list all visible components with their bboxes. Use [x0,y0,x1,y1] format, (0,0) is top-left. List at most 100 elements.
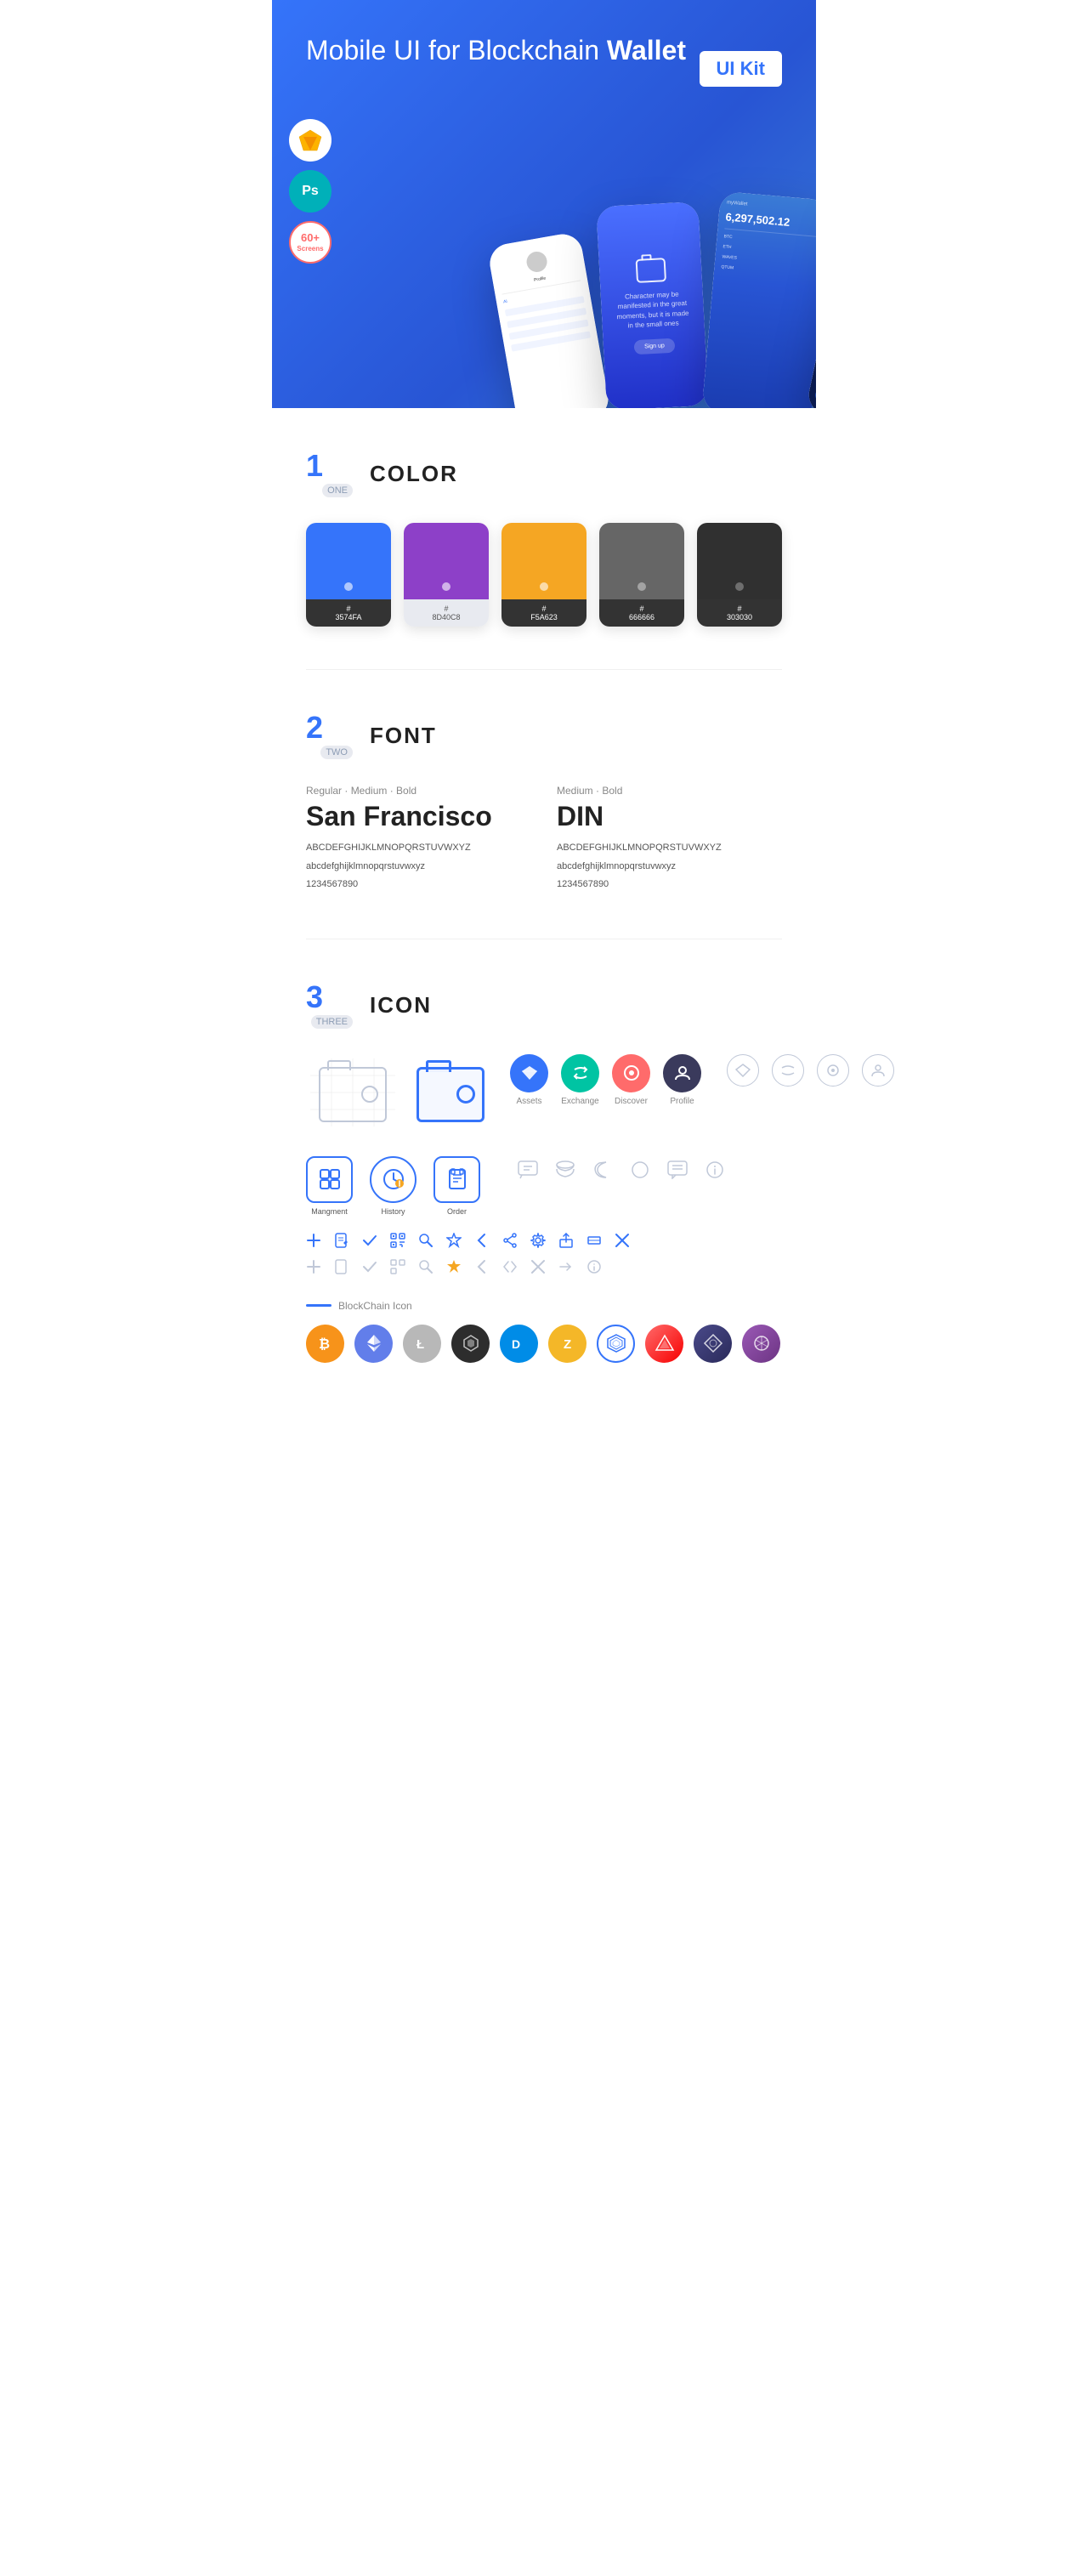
management-icon [306,1156,353,1203]
color-section: 1 ONE COLOR #3574FA #8D40C8 #F5A623 [272,408,816,669]
svg-text:D: D [512,1337,520,1351]
nav-icons-colored: Assets Exchange Discover Profile [510,1054,701,1106]
arrow-gray-icon [558,1259,574,1279]
photoshop-badge: Ps [289,170,332,213]
sketch-badge [289,119,332,162]
icon-history: History [370,1156,416,1216]
blockchain-label: BlockChain Icon [306,1300,782,1312]
misc-icons [514,1156,728,1183]
order-icon [434,1156,480,1203]
dash-icon: D [500,1325,538,1363]
color-swatch-gray: #8D40C8 [404,523,489,627]
info-gray-icon [586,1259,602,1279]
icon-profile: Profile [663,1054,701,1106]
qr-gray-icon [390,1259,405,1279]
plus-gray-icon [306,1259,321,1279]
assets-icon-outline [727,1054,759,1087]
hero-badges: Ps 60+ Screens [289,119,332,264]
star-outline-icon [446,1233,462,1252]
layers-icon [552,1156,579,1183]
x-gray-icon [530,1259,546,1279]
tool-icons-gray-row [306,1259,782,1279]
zec-icon: Z [548,1325,586,1363]
exchange-icon-outline [772,1054,804,1087]
discover-icon-outline [817,1054,849,1087]
section-2-number: 2 TWO [306,712,353,759]
share-icon [502,1233,518,1252]
plus-icon [306,1233,321,1252]
history-icon [370,1156,416,1203]
color-swatches: #3574FA #8D40C8 #F5A623 #666666 #303030 [306,523,782,627]
resize-icon [586,1233,602,1252]
export-icon [558,1233,574,1252]
color-swatch-dark: #303030 [697,523,782,627]
exchange-icon-filled [561,1054,599,1092]
hero-section: Mobile UI for Blockchain Wallet UI Kit P… [272,0,816,408]
ui-kit-badge: UI Kit [700,51,782,87]
icon-section: 3 THREE ICON [272,939,816,1405]
close-icon [615,1233,630,1252]
app-icons-row: Mangment History [306,1156,782,1216]
nav-icons-outline [727,1054,894,1087]
screens-badge: 60+ Screens [289,221,332,264]
star-filled-icon [446,1259,462,1279]
phone-center: Character may be manifested in the great… [596,201,708,408]
discover-icon-filled [612,1054,650,1092]
message-icon [664,1156,691,1183]
search-icon [418,1233,434,1252]
btc-icon: ₿ [306,1325,344,1363]
tool-icons-row [306,1233,782,1252]
color-section-header: 1 ONE COLOR [306,451,782,497]
eth-icon [354,1325,393,1363]
font-din: Medium · Bold DIN ABCDEFGHIJKLMNOPQRSTUV… [557,785,782,896]
double-arrow-gray-icon [502,1259,518,1279]
hero-phones: Profile AI Character may be manifested i… [500,183,817,408]
search-gray-icon [418,1259,434,1279]
chevron-left-gray-icon [474,1259,490,1279]
doc-gray-icon [334,1259,349,1279]
phone-left: Profile AI [487,231,612,408]
check-icon [362,1233,377,1252]
wallet-wireframe-wrap [306,1054,400,1135]
blk-icon [451,1325,490,1363]
poa-icon [742,1325,780,1363]
font-sf: Regular · Medium · Bold San Francisco AB… [306,785,531,896]
profile-icon-filled [663,1054,701,1092]
icon-assets: Assets [510,1054,548,1106]
wallet-icon-solid [416,1067,484,1122]
phone-right: myWallet 6,297,502.12 BTC ETH WAVES QTUM [702,191,816,408]
svg-text:Ł: Ł [416,1337,424,1352]
info-icon [701,1156,728,1183]
icon-section-header: 3 THREE ICON [306,982,782,1029]
icon-large-row: Assets Exchange Discover Profile [306,1054,782,1135]
moon-icon [589,1156,616,1183]
blockchain-line [306,1304,332,1307]
chevron-left-icon [474,1233,490,1252]
assets-icon-filled [510,1054,548,1092]
color-swatch-orange: #F5A623 [502,523,586,627]
circle-icon [626,1156,654,1183]
font-section-header: 2 TWO FONT [306,712,782,759]
geo-icon [597,1325,635,1363]
icon-exchange: Exchange [561,1054,599,1106]
section-1-number: 1 ONE [306,451,353,497]
settings-icon [530,1233,546,1252]
icon-management: Mangment [306,1156,353,1216]
doc-edit-icon [334,1233,349,1252]
profile-icon-outline [862,1054,894,1087]
icon-order: Order [434,1156,480,1216]
svg-text:₿: ₿ [319,1336,330,1352]
wallet-icon-wireframe [319,1067,387,1122]
color-swatch-blue: #3574FA [306,523,391,627]
wallet-icons [306,1054,484,1135]
check-gray-icon [362,1259,377,1279]
pow-icon [694,1325,732,1363]
ark-icon [645,1325,683,1363]
qr-icon [390,1233,405,1252]
svg-text:Z: Z [564,1337,571,1352]
blockchain-section: BlockChain Icon ₿ Ł D [306,1300,782,1363]
color-swatch-mid-gray: #666666 [599,523,684,627]
ltc-icon: Ł [403,1325,441,1363]
icon-discover: Discover [612,1054,650,1106]
font-section: 2 TWO FONT Regular · Medium · Bold San F… [272,670,816,939]
